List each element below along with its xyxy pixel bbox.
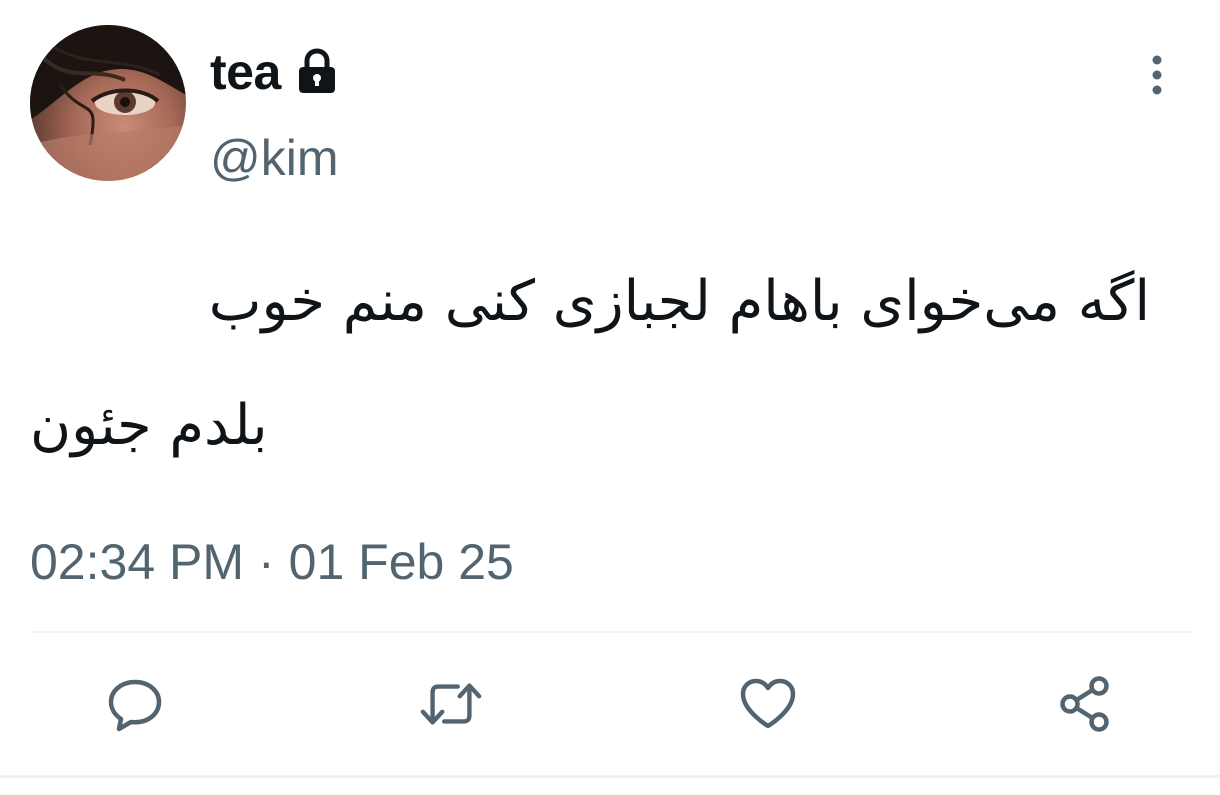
timestamp-separator: · (258, 534, 275, 590)
display-name-row: tea (210, 42, 341, 102)
display-name[interactable]: tea (210, 42, 281, 102)
tweet-text-line-1: اگه می‌خوای باهام لجبازی کنی منم خوب (208, 269, 1150, 334)
tweet-timestamp[interactable]: 02:34 PM · 01 Feb 25 (30, 530, 514, 594)
tweet-text-line-2: بلدم جئون (30, 393, 268, 458)
avatar[interactable] (30, 25, 186, 181)
tweet-text: اگه می‌خوای باهام لجبازی کنی منم خوب بلد… (30, 240, 1150, 488)
divider (30, 631, 1190, 633)
vertical-ellipsis-icon (1152, 55, 1162, 95)
lock-icon (293, 46, 341, 98)
share-button[interactable] (1054, 672, 1118, 736)
reply-button[interactable] (103, 672, 167, 736)
retweet-button[interactable] (419, 672, 483, 736)
tweet-date: 01 Feb 25 (288, 534, 514, 590)
retweet-arrows-icon (420, 683, 482, 725)
user-handle[interactable]: @kim (210, 128, 339, 188)
more-options-button[interactable] (1140, 52, 1174, 98)
share-nodes-icon (1060, 676, 1109, 732)
bottom-divider (0, 775, 1220, 778)
action-bar (0, 672, 1220, 736)
comment-bubble-icon (108, 679, 162, 732)
tweet-time: 02:34 PM (30, 534, 245, 590)
like-button[interactable] (736, 672, 800, 736)
heart-icon (740, 678, 796, 729)
avatar-eye-photo (30, 25, 186, 181)
